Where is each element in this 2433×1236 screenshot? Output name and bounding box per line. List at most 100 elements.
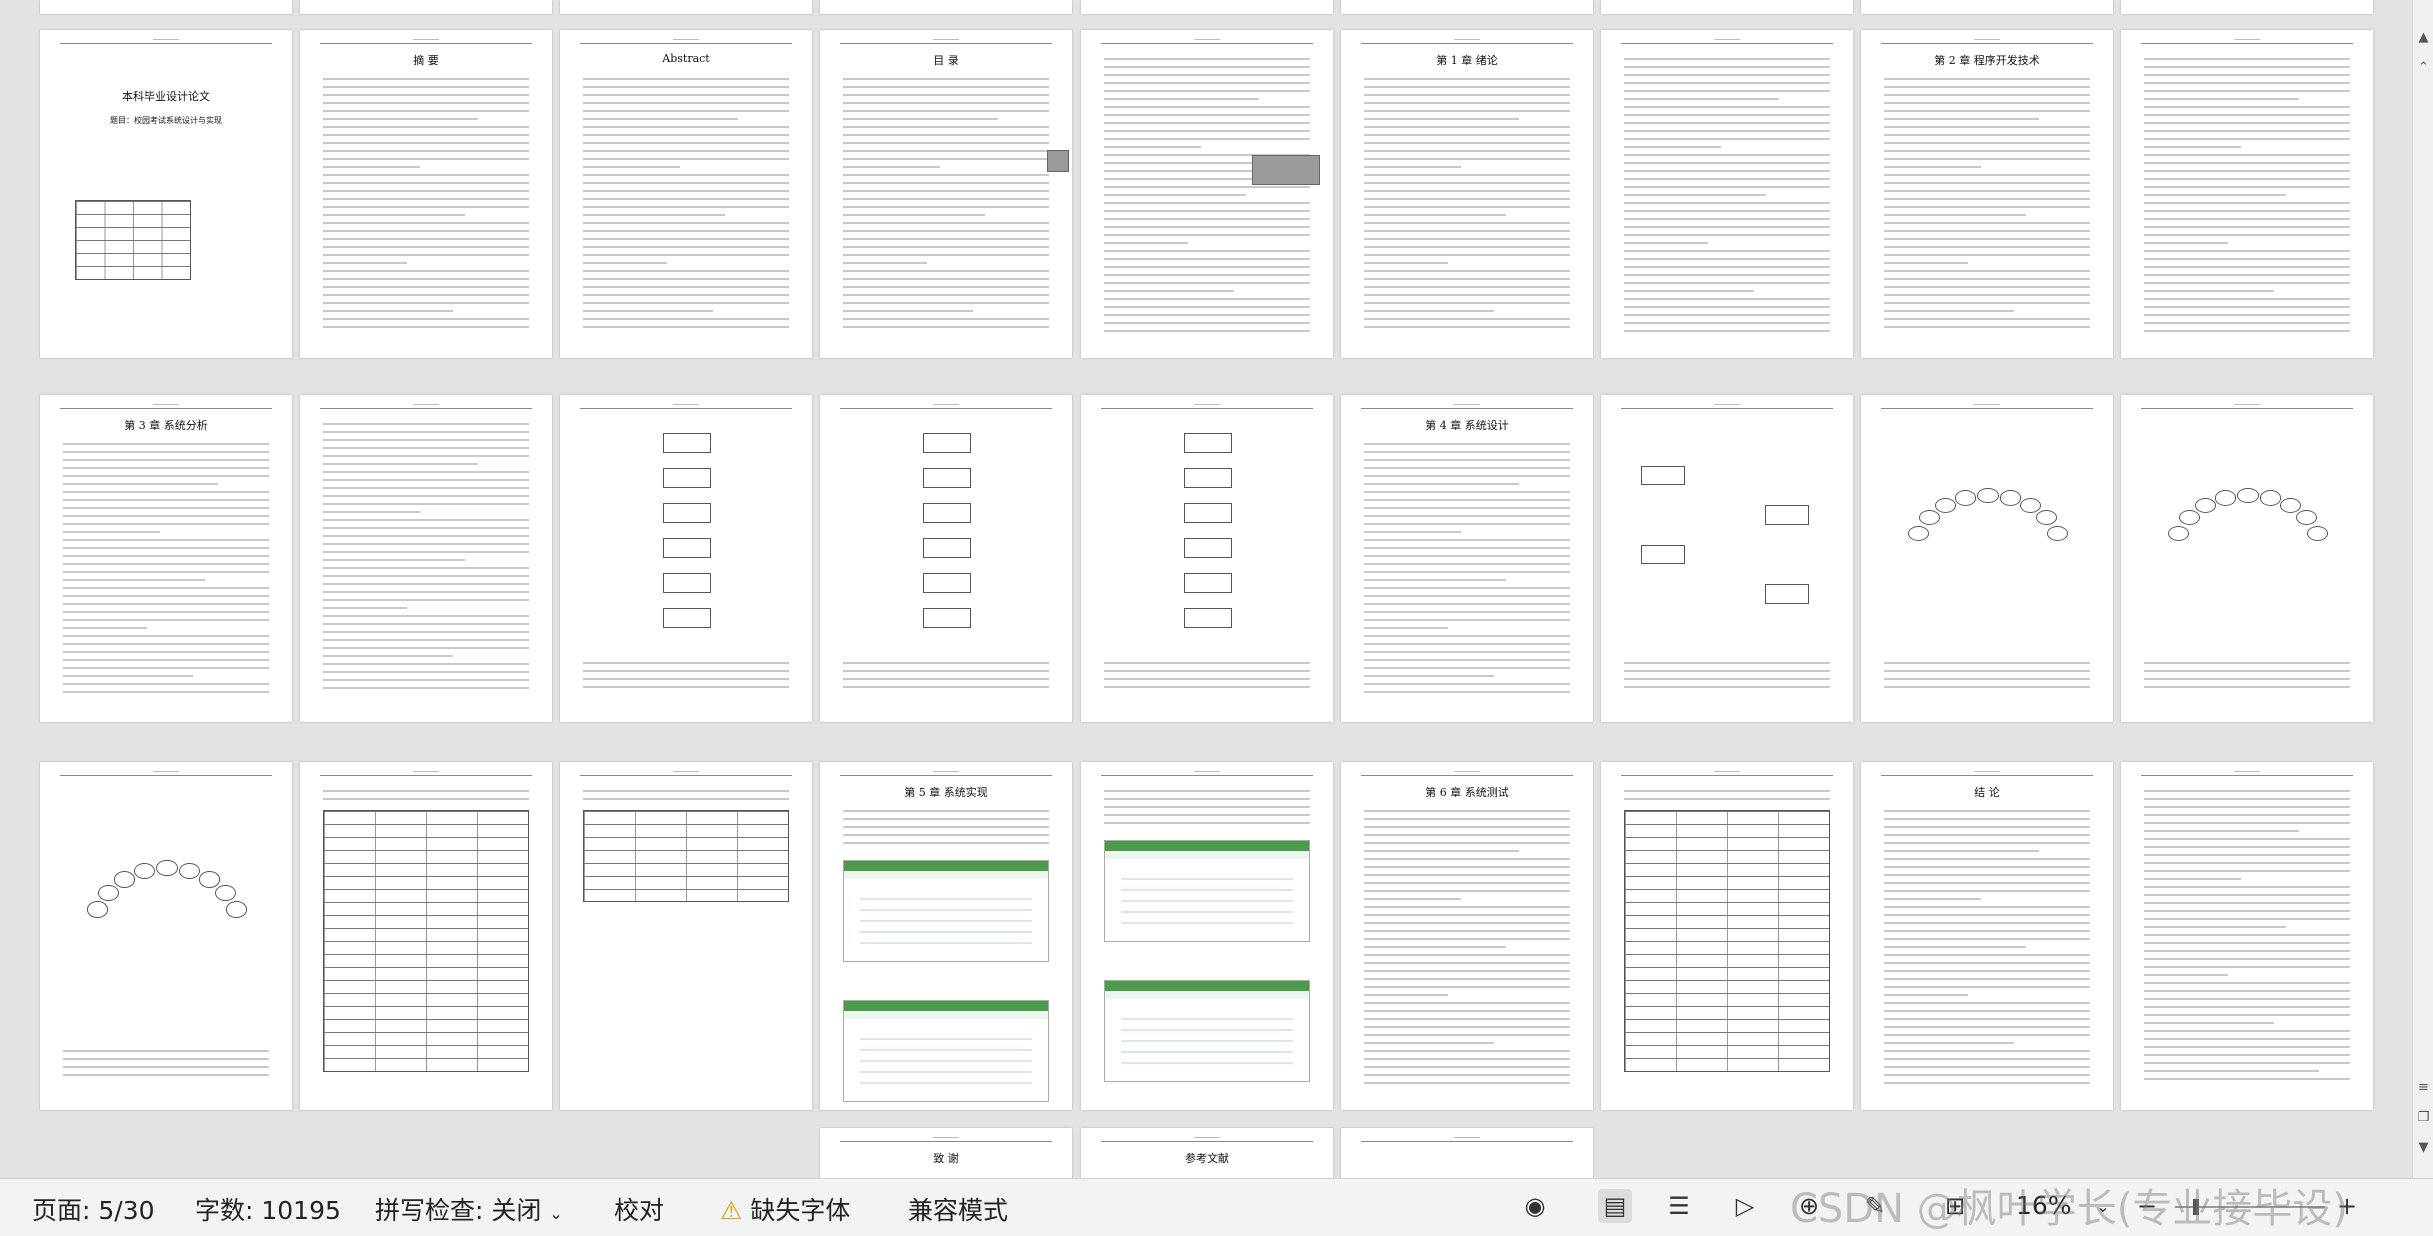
page-thumbnail[interactable]: [300, 395, 552, 722]
page-thumbnail[interactable]: Abstract: [560, 30, 812, 358]
selection-highlight: [1252, 155, 1320, 185]
page-header-rule: [2141, 404, 2353, 409]
diagram-node: [2280, 498, 2302, 514]
page-thumbnail[interactable]: 目 录: [820, 30, 1072, 358]
diagram-figure: [70, 800, 262, 1040]
page-thumbnail[interactable]: 摘 要: [300, 30, 552, 358]
page-thumbnail[interactable]: 致 谢: [820, 1128, 1072, 1178]
diagram-node: [2168, 525, 2190, 541]
diagram-node: [2296, 510, 2318, 526]
diagram-node: [1977, 487, 1999, 503]
eye-icon[interactable]: ◉: [1518, 1189, 1552, 1223]
scroll-down-icon[interactable]: ▼: [2416, 1140, 2431, 1155]
page-thumbnail[interactable]: [820, 395, 1072, 722]
page-header-rule: [1101, 771, 1313, 776]
scroll-menu-icon[interactable]: ≡: [2416, 1080, 2431, 1095]
diagram-node: [2237, 487, 2259, 503]
page-thumbnail[interactable]: [1081, 762, 1333, 1110]
page-thumbnail[interactable]: 结 论: [1861, 762, 2113, 1110]
page-thumbnail[interactable]: 参考文献: [1081, 1128, 1333, 1178]
diagram-node: [923, 433, 971, 453]
page-thumbnail[interactable]: [2121, 0, 2373, 14]
page-header-rule: [840, 404, 1052, 409]
missing-font-button[interactable]: ⚠ 缺失字体: [720, 1191, 850, 1227]
page-thumbnail[interactable]: [40, 762, 292, 1110]
diagram-node: [1934, 498, 1956, 514]
page-thumbnail[interactable]: [300, 762, 552, 1110]
page-thumbnail[interactable]: [1081, 30, 1333, 358]
screenshot-figure: [842, 1000, 1050, 1102]
page-indicator[interactable]: 页面: 5/30: [32, 1191, 155, 1227]
diagram-figure: [2151, 433, 2343, 652]
page-header-rule: [1101, 1137, 1313, 1142]
page-thumbnail[interactable]: 第 4 章 系统设计: [1341, 395, 1593, 722]
proofread-button[interactable]: 校对: [614, 1191, 664, 1227]
page-thumbnail[interactable]: [1341, 0, 1593, 14]
diagram-node: [1765, 505, 1810, 525]
page-thumbnail[interactable]: [560, 0, 812, 14]
page-thumbnail[interactable]: [40, 0, 292, 14]
page-header-rule: [1101, 404, 1313, 409]
cover-subtitle: 题目：校园考试系统设计与实现: [110, 116, 222, 125]
diagram-node: [2020, 498, 2042, 514]
page-header-rule: [840, 771, 1052, 776]
page-thumbnail[interactable]: [1341, 1128, 1593, 1178]
outline-icon[interactable]: ☰: [1662, 1189, 1696, 1223]
diagram-node: [2214, 490, 2237, 506]
page-thumbnail[interactable]: [1601, 0, 1853, 14]
page-thumbnail[interactable]: 第 3 章 系统分析: [40, 395, 292, 722]
page-header-rule: [2141, 39, 2353, 44]
page-thumbnail[interactable]: [2121, 762, 2373, 1110]
page-header-rule: [1621, 771, 1833, 776]
drag-handle-icon[interactable]: [1046, 150, 1069, 172]
page-heading: 目 录: [933, 54, 959, 67]
scroll-more-icon[interactable]: ⌃: [2416, 60, 2431, 75]
page-header-rule: [1361, 404, 1573, 409]
page-header-rule: [320, 404, 532, 409]
page-heading: 第 2 章 程序开发技术: [1934, 54, 2040, 67]
diagram-node: [2178, 510, 2200, 526]
diagram-node: [156, 860, 178, 877]
play-icon[interactable]: ▷: [1728, 1189, 1762, 1223]
diagram-node: [663, 433, 711, 453]
page-heading: 参考文献: [1185, 1152, 1229, 1165]
page-header-rule: [580, 404, 792, 409]
page-thumbnail[interactable]: [560, 395, 812, 722]
page-header-rule: [60, 404, 272, 409]
scroll-up-icon[interactable]: ▲: [2416, 30, 2431, 45]
spellcheck-toggle[interactable]: 拼写检查: 关闭 ⌄: [375, 1191, 563, 1227]
page-thumbnail[interactable]: [1601, 395, 1853, 722]
page-thumbnail[interactable]: 第 1 章 绪论: [1341, 30, 1593, 358]
page-header-rule: [1881, 404, 2093, 409]
page-thumbnail[interactable]: 第 2 章 程序开发技术: [1861, 30, 2113, 358]
page-thumbnail[interactable]: 本科毕业设计论文 题目：校园考试系统设计与实现: [40, 30, 292, 358]
watermark-text: CSDN @枫叶学长(专业接毕设): [1790, 1186, 2348, 1232]
page-heading: 第 4 章 系统设计: [1425, 419, 1509, 432]
document-canvas[interactable]: 本科毕业设计论文 题目：校园考试系统设计与实现 摘 要 Abstract 目 录 第 1 …: [0, 0, 2412, 1178]
page-thumbnail[interactable]: [1601, 30, 1853, 358]
diagram-node: [1954, 490, 1977, 506]
page-view-icon[interactable]: ▤: [1598, 1189, 1632, 1223]
page-thumbnail[interactable]: [300, 0, 552, 14]
page-header-rule: [1881, 771, 2093, 776]
page-thumbnail[interactable]: [820, 0, 1072, 14]
page-thumbnail[interactable]: [1861, 0, 2113, 14]
page-thumbnail[interactable]: [1601, 762, 1853, 1110]
page-thumbnail[interactable]: 第 6 章 系统测试: [1341, 762, 1593, 1110]
diagram-node: [87, 901, 109, 918]
screenshot-figure: [1103, 840, 1311, 942]
page-thumbnail[interactable]: 第 5 章 系统实现: [820, 762, 1072, 1110]
diagram-node: [1184, 608, 1232, 628]
page-thumbnail[interactable]: [2121, 395, 2373, 722]
missing-font-label: 缺失字体: [750, 1196, 851, 1225]
page-thumbnail[interactable]: [1861, 395, 2113, 722]
page-thumbnail[interactable]: [1081, 395, 1333, 722]
scroll-copy-icon[interactable]: ❐: [2416, 1110, 2431, 1125]
cover-info-table: [75, 200, 192, 280]
diagram-node: [1184, 468, 1232, 488]
page-thumbnail[interactable]: [1081, 0, 1333, 14]
vertical-scrollbar[interactable]: ▲ ⌃ ≡ ❐ ▼: [2412, 0, 2433, 1178]
page-thumbnail[interactable]: [2121, 30, 2373, 358]
page-thumbnail[interactable]: [560, 762, 812, 1110]
word-count[interactable]: 字数: 10195: [195, 1191, 341, 1227]
